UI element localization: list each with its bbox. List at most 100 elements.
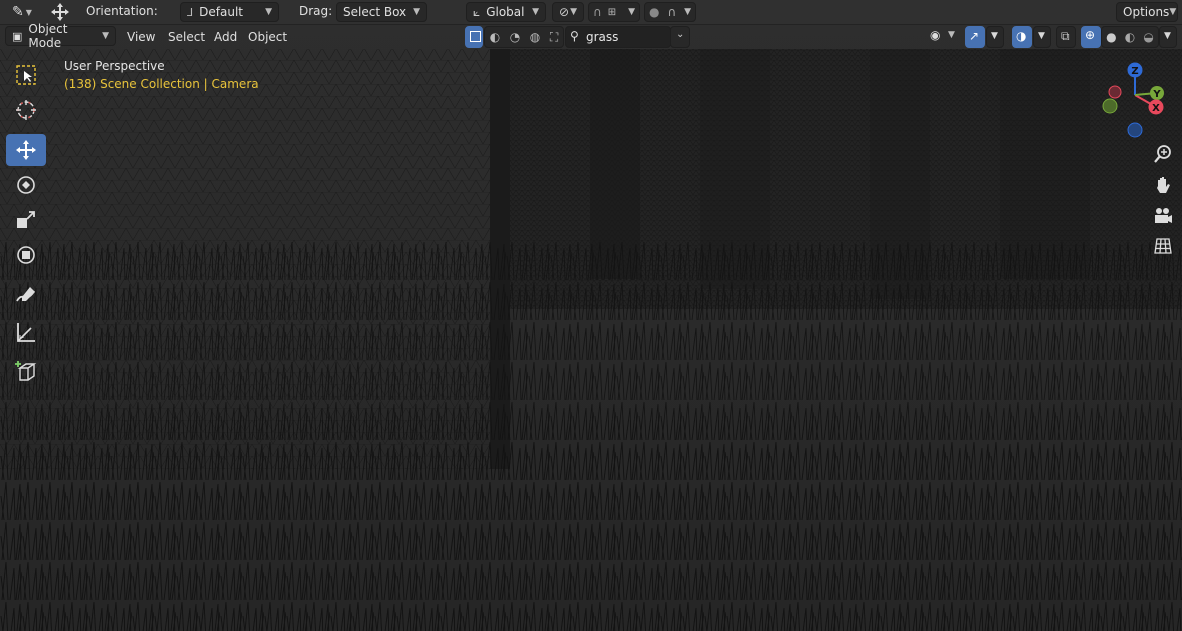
filter-options-dropdown[interactable]: ⌄ bbox=[670, 26, 690, 48]
menu-object[interactable]: Object bbox=[248, 30, 287, 44]
material-sphere-icon[interactable]: ◐ bbox=[490, 30, 500, 44]
zoom-icon bbox=[1154, 145, 1171, 163]
ortho-toggle-button[interactable] bbox=[1151, 234, 1175, 258]
xray-toggle-button[interactable]: ⧉ bbox=[1056, 26, 1076, 48]
pivot-point-dropdown[interactable]: ⊘ ▼ bbox=[552, 2, 584, 22]
gizmo-toggle-button[interactable]: ↗ bbox=[965, 26, 985, 48]
search-field[interactable]: ⚲ grass bbox=[565, 26, 671, 48]
rendered-sphere-icon[interactable]: ◒ bbox=[1143, 30, 1153, 44]
transform-orientation-value: Global bbox=[486, 5, 525, 19]
camera-view-button[interactable] bbox=[1151, 204, 1175, 228]
pivot-icon: ⊘ bbox=[559, 5, 570, 19]
scale-tool[interactable] bbox=[6, 204, 46, 236]
filter-type-buttons[interactable]: ◐ ◔ ◍ ⛶ bbox=[484, 26, 564, 48]
snap-group[interactable]: ∩ ⊞ ▼ bbox=[588, 2, 640, 22]
annotate-icon bbox=[16, 287, 35, 302]
proportional-edit-icon[interactable]: ● bbox=[649, 5, 659, 19]
falloff-curve-icon[interactable]: ∩ bbox=[667, 5, 676, 19]
drag-value: Select Box bbox=[343, 5, 407, 19]
filter-mesh-button[interactable] bbox=[465, 26, 483, 48]
gizmo-dropdown[interactable]: ▼ bbox=[986, 26, 1004, 48]
shading-dropdown[interactable]: ▼ bbox=[1159, 26, 1177, 48]
transform-icon bbox=[17, 246, 35, 264]
object-mode-icon: ▣ bbox=[12, 29, 23, 43]
ortho-grid-icon bbox=[1154, 238, 1172, 254]
options-dropdown[interactable]: Options ▼ bbox=[1116, 2, 1178, 22]
orientation-icon: ⅃ bbox=[187, 5, 194, 19]
select-box-tool[interactable] bbox=[6, 59, 46, 91]
view-perspective-label: User Perspective bbox=[64, 59, 165, 73]
camera-view-icon bbox=[1155, 208, 1172, 223]
move-gizmo-icon[interactable] bbox=[48, 2, 72, 22]
viewport-scene bbox=[0, 49, 1182, 631]
chevron-down-icon: ▼ bbox=[102, 31, 109, 41]
pan-button[interactable] bbox=[1151, 173, 1175, 197]
camera-filter-icon[interactable]: ⛶ bbox=[550, 30, 558, 45]
rotate-icon bbox=[17, 176, 35, 194]
add-cube-icon bbox=[15, 361, 37, 381]
orientation-dropdown[interactable]: ⅃ Default ▼ bbox=[180, 2, 279, 22]
orientation-value: Default bbox=[199, 5, 243, 19]
material-preview-icon[interactable]: ◐ bbox=[1125, 30, 1135, 44]
annotate-tool[interactable] bbox=[6, 279, 46, 311]
tool-icon-dropdown[interactable]: ✎ ▼ bbox=[6, 2, 38, 22]
measure-tool[interactable] bbox=[6, 316, 46, 348]
shading-mode-buttons[interactable]: ● ◐ ◒ bbox=[1101, 26, 1159, 48]
orientation-label: Orientation: bbox=[86, 4, 158, 18]
axis-neg-z-handle[interactable] bbox=[1127, 122, 1143, 138]
chevron-down-icon: ▼ bbox=[532, 7, 539, 17]
select-box-icon bbox=[16, 65, 36, 85]
visibility-dropdown[interactable]: ◉ ▼ bbox=[928, 26, 960, 48]
cursor-icon bbox=[16, 100, 36, 120]
measure-icon bbox=[17, 323, 35, 342]
solid-sphere-icon[interactable]: ● bbox=[1106, 30, 1116, 44]
snap-increment-icon[interactable]: ⊞ bbox=[608, 7, 616, 18]
chevron-down-icon: ▼ bbox=[265, 7, 272, 17]
axis-x-label: X bbox=[1152, 103, 1160, 114]
menu-add[interactable]: Add bbox=[214, 30, 237, 44]
menu-select[interactable]: Select bbox=[168, 30, 205, 44]
overlays-toggle-button[interactable]: ◑ bbox=[1012, 26, 1032, 48]
chevron-down-icon: ▼ bbox=[413, 7, 420, 17]
chevron-down-icon: ▼ bbox=[1169, 7, 1177, 17]
chevron-down-icon: ▼ bbox=[1038, 31, 1045, 41]
mesh-square-icon bbox=[470, 31, 481, 42]
axis-neg-y-handle[interactable] bbox=[1102, 98, 1118, 114]
move-tool[interactable] bbox=[6, 134, 46, 166]
shading-wireframe-button[interactable]: ⊕ bbox=[1081, 26, 1101, 48]
light-icon[interactable]: ◔ bbox=[510, 30, 520, 44]
axis-z-label: Z bbox=[1131, 66, 1138, 77]
eye-icon: ◉ bbox=[930, 28, 941, 42]
menu-view[interactable]: View bbox=[127, 30, 155, 44]
mode-dropdown[interactable]: ▣ Object Mode ▼ bbox=[5, 22, 116, 50]
chevron-down-icon: ▼ bbox=[1164, 31, 1171, 41]
zoom-button[interactable] bbox=[1151, 142, 1175, 166]
xray-icon: ⧉ bbox=[1061, 29, 1070, 43]
overlays-dropdown[interactable]: ▼ bbox=[1033, 26, 1051, 48]
axis-y-label: Y bbox=[1152, 89, 1161, 100]
rotate-tool[interactable] bbox=[6, 169, 46, 201]
drag-dropdown[interactable]: Select Box ▼ bbox=[336, 2, 427, 22]
tool-settings-header: ✎ ▼ Orientation: ⅃ Default ▼ Drag: Select… bbox=[0, 0, 1182, 25]
transform-orientation-dropdown[interactable]: ⟀ Global ▼ bbox=[466, 2, 546, 22]
drag-label: Drag: bbox=[299, 4, 333, 18]
world-icon[interactable]: ◍ bbox=[530, 30, 540, 44]
axis-neg-x-handle[interactable] bbox=[1108, 85, 1122, 99]
scale-icon bbox=[17, 211, 35, 228]
3d-viewport[interactable] bbox=[0, 0, 1182, 631]
mode-value: Object Mode bbox=[28, 22, 68, 50]
chevron-down-icon: ▼ bbox=[570, 7, 577, 17]
pan-hand-icon bbox=[1157, 177, 1170, 193]
chevron-down-icon: ▼ bbox=[628, 7, 635, 17]
add-cube-tool[interactable] bbox=[6, 355, 46, 387]
search-input[interactable]: grass bbox=[586, 30, 618, 44]
cursor-tool[interactable] bbox=[6, 94, 46, 126]
chevron-down-icon: ⌄ bbox=[676, 29, 685, 40]
snap-magnet-icon[interactable]: ∩ bbox=[593, 5, 602, 19]
pen-tool-icon: ✎ bbox=[12, 4, 24, 20]
options-label: Options bbox=[1123, 5, 1170, 19]
move-icon bbox=[16, 140, 36, 160]
navigation-gizmo[interactable]: Z Y X bbox=[1100, 60, 1170, 140]
transform-tool[interactable] bbox=[6, 239, 46, 271]
proportional-edit-group[interactable]: ● ∩ ▼ bbox=[644, 2, 696, 22]
